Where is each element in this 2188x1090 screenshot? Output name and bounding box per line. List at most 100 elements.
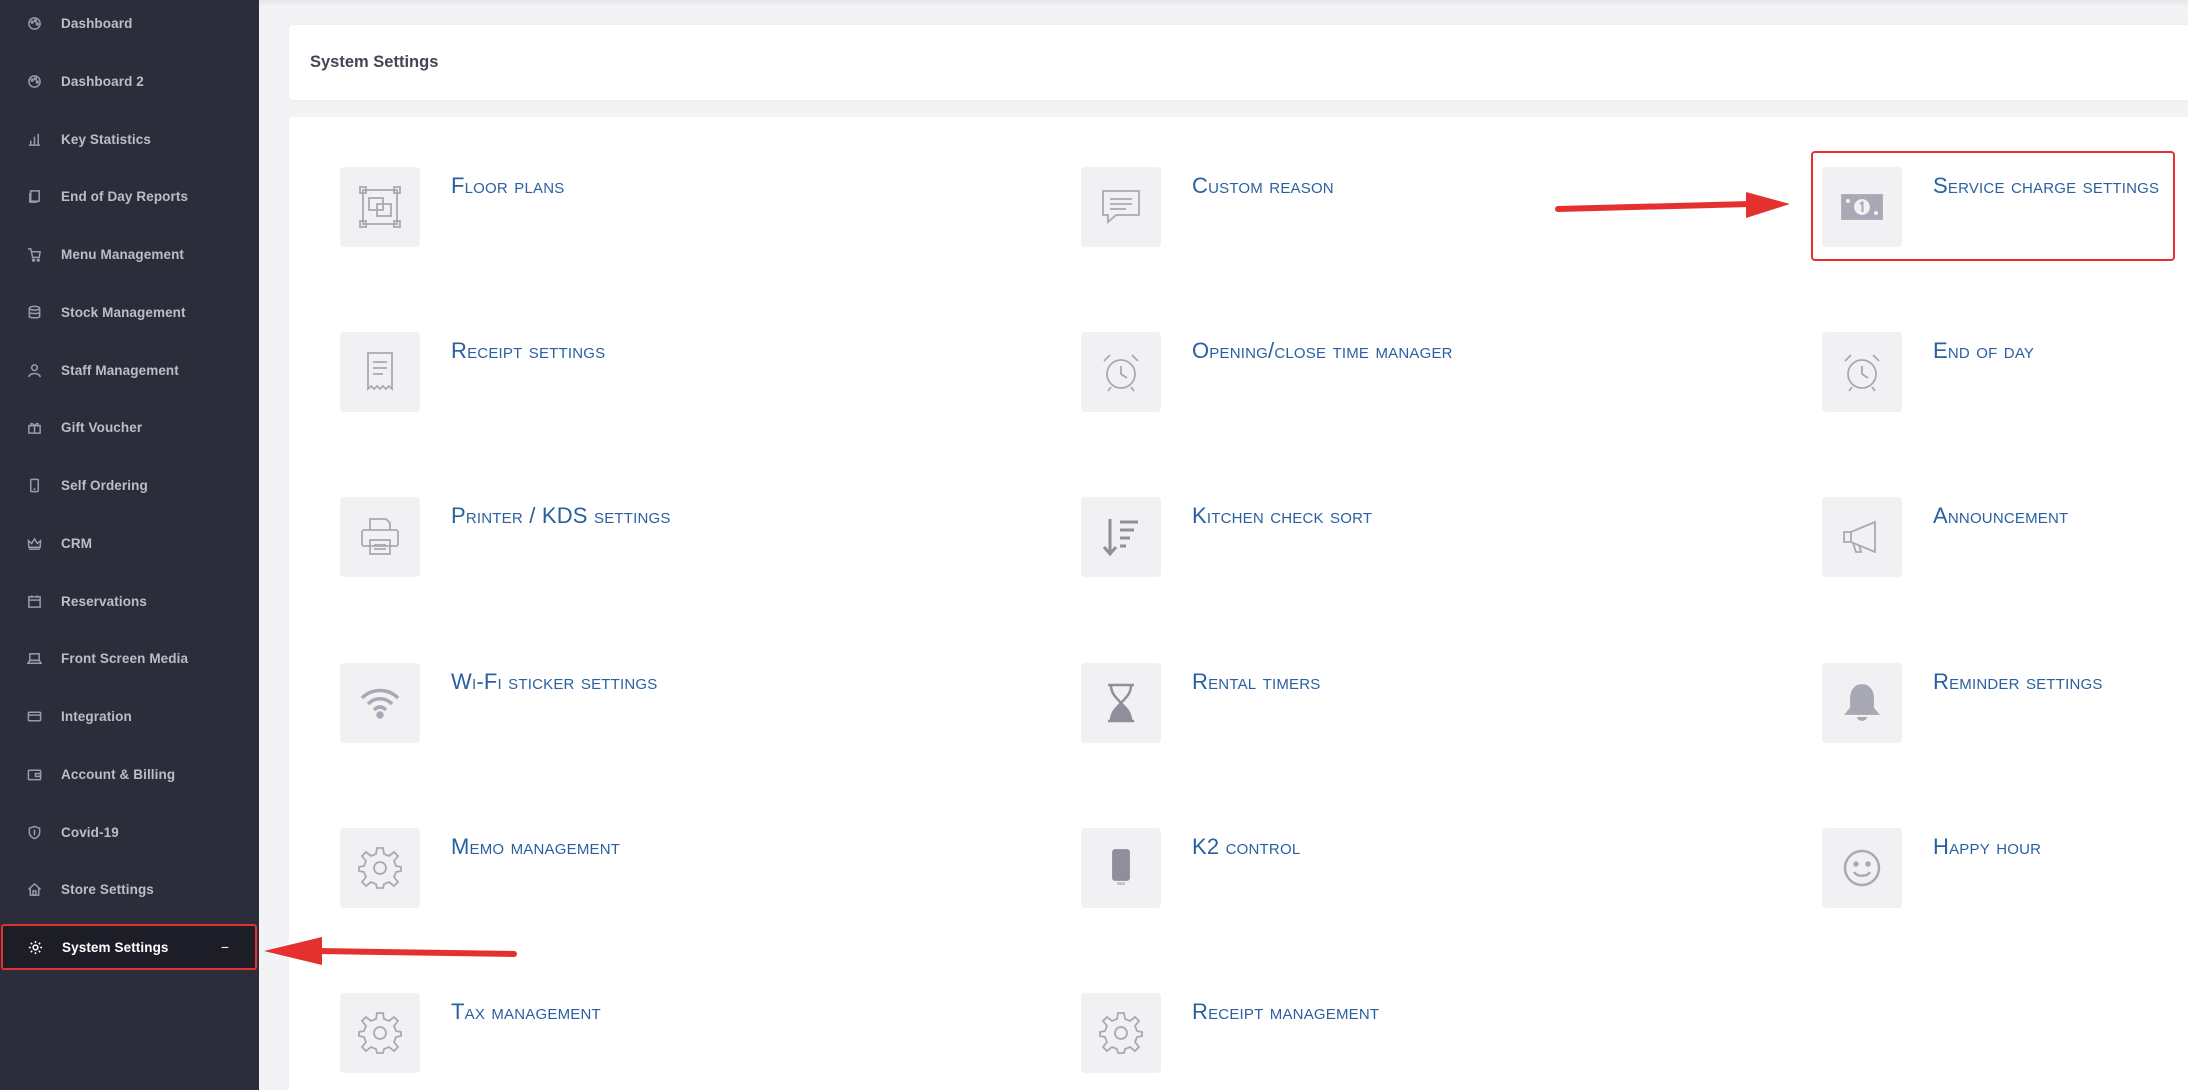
user-icon [26, 362, 42, 378]
tile-label: End of day [1933, 338, 2035, 363]
tile-memo-management[interactable]: Memo management [340, 828, 1060, 928]
sidebar-item-label: Integration [61, 708, 132, 724]
sidebar-item-label: Covid-19 [61, 824, 119, 840]
megaphone-icon [1822, 497, 1902, 577]
bell-icon [1822, 663, 1902, 743]
tile-end-of-day[interactable]: End of day [1822, 332, 2188, 432]
tile-label: Kitchen check sort [1192, 503, 1373, 528]
laptop-icon [26, 650, 42, 666]
sidebar-item-label: Dashboard 2 [61, 73, 144, 89]
gear-icon [340, 828, 420, 908]
tile-receipt-settings[interactable]: Receipt settings [340, 332, 1060, 432]
sidebar-item-label: Key Statistics [61, 131, 151, 147]
tile-label: Memo management [451, 834, 621, 859]
tile-rental-timers[interactable]: Rental timers [1081, 663, 1801, 763]
sidebar-item-integration[interactable]: Integration [0, 688, 259, 744]
sidebar-item-label: Account & Billing [61, 766, 176, 782]
sidebar-item-label: Dashboard [61, 15, 133, 31]
sidebar-item-store-settings[interactable]: Store Settings [0, 861, 259, 917]
home-icon [26, 881, 42, 897]
sidebar-item-dashboard-2[interactable]: Dashboard 2 [0, 53, 259, 109]
sidebar-item-front-screen-media[interactable]: Front Screen Media [0, 630, 259, 686]
tile-reminder-settings[interactable]: Reminder settings [1822, 663, 2188, 763]
annotation-highlight-box [1811, 151, 2175, 261]
wifi-icon [340, 663, 420, 743]
documents-icon [26, 188, 42, 204]
tile-wifi-sticker-settings[interactable]: Wi-Fi sticker settings [340, 663, 1060, 763]
gear-icon [27, 939, 43, 955]
gift-icon [26, 419, 42, 435]
tile-k2-control[interactable]: K2 control [1081, 828, 1801, 928]
tile-label: K2 control [1192, 834, 1301, 859]
tile-label: Reminder settings [1933, 669, 2103, 694]
palette-icon [26, 73, 42, 89]
tile-printer-kds-settings[interactable]: Printer / KDS settings [340, 497, 1060, 597]
alarm-clock-icon [1081, 332, 1161, 412]
sidebar-item-label: Store Settings [61, 881, 154, 897]
tile-label: Tax management [451, 999, 601, 1024]
alarm-clock-icon [1822, 332, 1902, 412]
sidebar-item-label: Front Screen Media [61, 650, 189, 666]
printer-icon [340, 497, 420, 577]
sidebar-item-account-billing[interactable]: Account & Billing [0, 746, 259, 802]
sidebar-item-gift-voucher[interactable]: Gift Voucher [0, 399, 259, 455]
tile-announcement[interactable]: Announcement [1822, 497, 2188, 597]
sidebar-item-reservations[interactable]: Reservations [0, 573, 259, 629]
sidebar-item-key-statistics[interactable]: Key Statistics [0, 111, 259, 167]
tile-label: Opening/close time manager [1192, 338, 1453, 363]
tile-label: Printer / KDS settings [451, 503, 671, 528]
tile-label: Rental timers [1192, 669, 1321, 694]
annotation-arrow-left [264, 937, 517, 965]
wallet-icon [26, 766, 42, 782]
tile-tax-management[interactable]: Tax management [340, 993, 1060, 1090]
sidebar-item-self-ordering[interactable]: Self Ordering [0, 457, 259, 513]
sidebar-item-staff-management[interactable]: Staff Management [0, 342, 259, 398]
calendar-icon [26, 593, 42, 609]
sidebar-item-label: Reservations [61, 593, 147, 609]
sidebar-item-menu-management[interactable]: Menu Management [0, 226, 259, 282]
sidebar: Dashboard Dashboard 2 Key Statistics End… [0, 0, 259, 1090]
receipt-icon [340, 332, 420, 412]
hourglass-icon [1081, 663, 1161, 743]
tile-label: Custom reason [1192, 173, 1334, 198]
sidebar-item-crm[interactable]: CRM [0, 515, 259, 571]
crown-icon [26, 535, 42, 551]
sidebar-item-label: Gift Voucher [61, 419, 143, 435]
tile-label: Announcement [1933, 503, 2069, 528]
sidebar-item-label: CRM [61, 535, 93, 551]
database-icon [26, 304, 42, 320]
header-card: System Settings [289, 25, 2188, 100]
shield-icon [26, 824, 42, 840]
tile-opening-close-time-manager[interactable]: Opening/close time manager [1081, 332, 1801, 432]
tile-happy-hour[interactable]: Happy hour [1822, 828, 2188, 928]
tile-label: Happy hour [1933, 834, 2042, 859]
top-bar [259, 0, 2188, 6]
gear-icon [340, 993, 420, 1073]
sidebar-item-stock-management[interactable]: Stock Management [0, 284, 259, 340]
sidebar-item-dashboard[interactable]: Dashboard [0, 0, 259, 51]
tile-label: Wi-Fi sticker settings [451, 669, 658, 694]
sidebar-item-label: End of Day Reports [61, 188, 189, 204]
tile-label: Receipt management [1192, 999, 1380, 1024]
tile-floor-plans[interactable]: Floor plans [340, 167, 1060, 267]
sidebar-item-covid-19[interactable]: Covid-19 [0, 804, 259, 860]
gear-icon [1081, 993, 1161, 1073]
tile-receipt-management[interactable]: Receipt management [1081, 993, 1801, 1090]
page-title: System Settings [310, 53, 439, 71]
credit-card-icon [26, 708, 42, 724]
sidebar-item-label: System Settings [62, 939, 169, 955]
sidebar-item-label: Staff Management [61, 362, 179, 378]
smiley-icon [1822, 828, 1902, 908]
tile-label: Floor plans [451, 173, 565, 198]
sort-icon [1081, 497, 1161, 577]
sidebar-item-label: Self Ordering [61, 477, 148, 493]
collapse-icon[interactable]: − [221, 939, 229, 955]
settings-grid: Floor plans Custom reason Service charge… [289, 117, 2188, 1090]
tile-kitchen-check-sort[interactable]: Kitchen check sort [1081, 497, 1801, 597]
cart-icon [26, 246, 42, 262]
sidebar-item-end-of-day-reports[interactable]: End of Day Reports [0, 168, 259, 224]
chat-icon [1081, 167, 1161, 247]
annotation-arrow-right [1555, 192, 1790, 218]
sidebar-item-system-settings[interactable]: System Settings − [1, 924, 257, 970]
floor-plan-icon [340, 167, 420, 247]
